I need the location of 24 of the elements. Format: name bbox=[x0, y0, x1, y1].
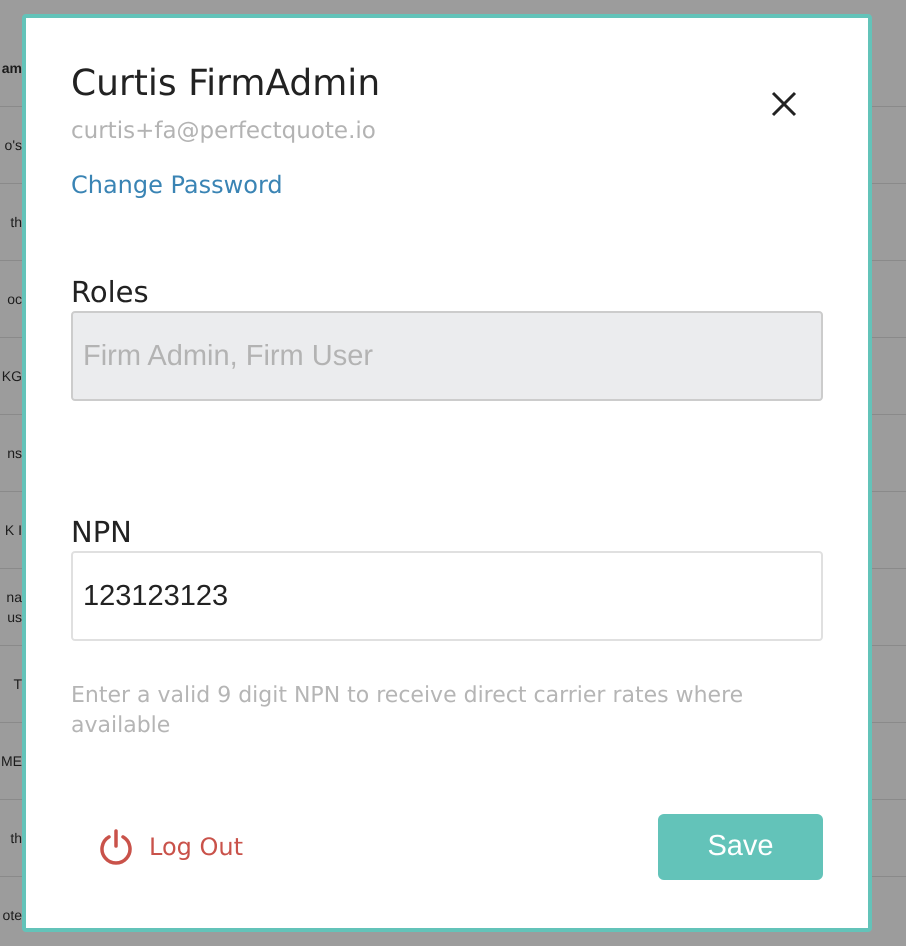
table-cell-text: ns bbox=[6, 444, 22, 463]
table-cell-text: ME bbox=[0, 752, 22, 771]
field-label: NPN bbox=[71, 517, 133, 547]
table-cell-text: ote bbox=[2, 906, 22, 925]
save-button[interactable]: Save bbox=[658, 814, 823, 880]
field-label: Roles bbox=[71, 277, 150, 307]
table-cell-text: th bbox=[9, 829, 22, 848]
change-password-link[interactable]: Change Password bbox=[71, 172, 283, 198]
table-cell-text: T bbox=[12, 675, 22, 694]
table-cell-text: na us bbox=[5, 588, 22, 627]
close-icon bbox=[771, 91, 797, 117]
help-text: Enter a valid 9 digit NPN to receive direct carrier rates where available bbox=[71, 682, 744, 740]
table-cell-text: K I bbox=[4, 521, 22, 540]
close-button[interactable] bbox=[771, 91, 797, 117]
table-cell-text: th bbox=[9, 213, 22, 232]
text-field[interactable]: 123123123 bbox=[71, 551, 823, 641]
power-icon bbox=[99, 829, 133, 865]
user-email: curtis+fa@perfectquote.io bbox=[71, 119, 377, 143]
table-cell-text: o's bbox=[4, 136, 22, 155]
logout-button[interactable]: Log Out bbox=[99, 829, 244, 865]
user-name-title: Curtis FirmAdmin bbox=[71, 64, 380, 104]
table-cell-text: KG bbox=[0, 367, 22, 386]
table-cell-text: oc bbox=[6, 290, 22, 309]
column-header: am bbox=[0, 59, 22, 78]
